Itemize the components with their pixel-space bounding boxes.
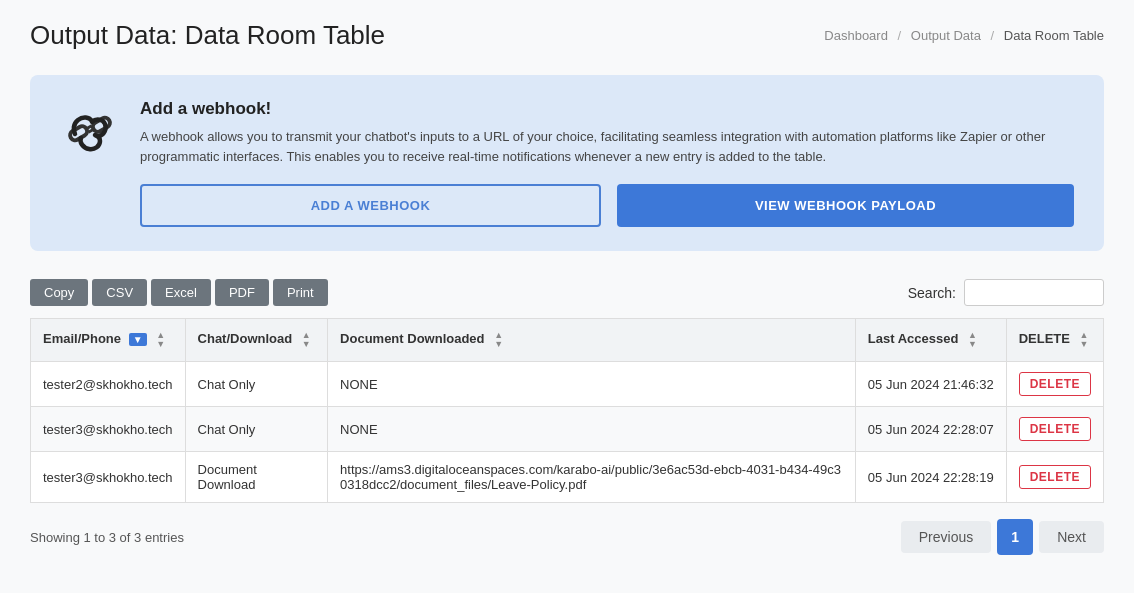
cell-document: https://ams3.digitaloceanspaces.com/kara… — [328, 452, 856, 503]
cell-last-accessed: 05 Jun 2024 22:28:07 — [855, 407, 1006, 452]
sort-icon-chat: ▲▼ — [302, 331, 311, 349]
webhook-buttons: ADD A WEBHOOK VIEW WEBHOOK PAYLOAD — [140, 184, 1074, 227]
col-document-label: Document Downloaded — [340, 331, 484, 346]
search-input[interactable] — [964, 279, 1104, 306]
table-body: tester2@skhokho.techChat OnlyNONE05 Jun … — [31, 362, 1104, 503]
add-webhook-button[interactable]: ADD A WEBHOOK — [140, 184, 601, 227]
table-head: Email/Phone ▼ ▲▼ Chat/Download ▲▼ Docume… — [31, 319, 1104, 362]
webhook-title: Add a webhook! — [140, 99, 1074, 119]
col-email-label: Email/Phone — [43, 331, 121, 346]
search-label: Search: — [908, 285, 956, 301]
sort-icon-delete: ▲▼ — [1080, 331, 1089, 349]
cell-delete: DELETE — [1006, 362, 1103, 407]
delete-button-2[interactable]: DELETE — [1019, 465, 1091, 489]
col-delete[interactable]: DELETE ▲▼ — [1006, 319, 1103, 362]
breadcrumb-sep-1: / — [898, 28, 902, 43]
breadcrumb-dashboard: Dashboard — [824, 28, 888, 43]
table-row: tester3@skhokho.techDocument Downloadhtt… — [31, 452, 1104, 503]
cell-delete: DELETE — [1006, 407, 1103, 452]
col-document[interactable]: Document Downloaded ▲▼ — [328, 319, 856, 362]
next-button[interactable]: Next — [1039, 521, 1104, 553]
webhook-description: A webhook allows you to transmit your ch… — [140, 127, 1074, 166]
cell-email: tester2@skhokho.tech — [31, 362, 186, 407]
csv-button[interactable]: CSV — [92, 279, 147, 306]
breadcrumb-sep-2: / — [991, 28, 995, 43]
delete-button-0[interactable]: DELETE — [1019, 372, 1091, 396]
cell-email: tester3@skhokho.tech — [31, 407, 186, 452]
sort-icon-email: ▲▼ — [156, 331, 165, 349]
col-email[interactable]: Email/Phone ▼ ▲▼ — [31, 319, 186, 362]
cell-document: NONE — [328, 407, 856, 452]
webhook-banner: Add a webhook! A webhook allows you to t… — [30, 75, 1104, 251]
export-buttons: Copy CSV Excel PDF Print — [30, 279, 328, 306]
previous-button[interactable]: Previous — [901, 521, 991, 553]
sort-icon-accessed: ▲▼ — [968, 331, 977, 349]
table-footer: Showing 1 to 3 of 3 entries Previous 1 N… — [30, 519, 1104, 555]
data-table: Email/Phone ▼ ▲▼ Chat/Download ▲▼ Docume… — [30, 318, 1104, 503]
page-wrapper: Output Data: Data Room Table Dashboard /… — [0, 0, 1134, 575]
cell-chat-download: Document Download — [185, 452, 328, 503]
cell-delete: DELETE — [1006, 452, 1103, 503]
svg-line-2 — [86, 126, 91, 129]
webhook-icon — [60, 99, 120, 159]
cell-document: NONE — [328, 362, 856, 407]
col-last-accessed-label: Last Accessed — [868, 331, 959, 346]
search-area: Search: — [908, 279, 1104, 306]
cell-last-accessed: 05 Jun 2024 22:28:19 — [855, 452, 1006, 503]
webhook-content: Add a webhook! A webhook allows you to t… — [140, 99, 1074, 227]
filter-icon: ▼ — [129, 333, 147, 346]
table-row: tester2@skhokho.techChat OnlyNONE05 Jun … — [31, 362, 1104, 407]
breadcrumb-current: Data Room Table — [1004, 28, 1104, 43]
pagination: Previous 1 Next — [901, 519, 1104, 555]
cell-email: tester3@skhokho.tech — [31, 452, 186, 503]
col-chat-download[interactable]: Chat/Download ▲▼ — [185, 319, 328, 362]
page-header: Output Data: Data Room Table Dashboard /… — [30, 20, 1104, 51]
col-last-accessed[interactable]: Last Accessed ▲▼ — [855, 319, 1006, 362]
showing-text: Showing 1 to 3 of 3 entries — [30, 530, 184, 545]
col-chat-download-label: Chat/Download — [198, 331, 293, 346]
table-header-row: Email/Phone ▼ ▲▼ Chat/Download ▲▼ Docume… — [31, 319, 1104, 362]
pdf-button[interactable]: PDF — [215, 279, 269, 306]
svg-line-3 — [88, 129, 93, 132]
breadcrumb-output-data: Output Data — [911, 28, 981, 43]
breadcrumb: Dashboard / Output Data / Data Room Tabl… — [824, 28, 1104, 43]
page-1-button[interactable]: 1 — [997, 519, 1033, 555]
view-webhook-button[interactable]: VIEW WEBHOOK PAYLOAD — [617, 184, 1074, 227]
cell-chat-download: Chat Only — [185, 362, 328, 407]
page-title: Output Data: Data Room Table — [30, 20, 385, 51]
sort-icon-doc: ▲▼ — [494, 331, 503, 349]
cell-chat-download: Chat Only — [185, 407, 328, 452]
table-row: tester3@skhokho.techChat OnlyNONE05 Jun … — [31, 407, 1104, 452]
table-controls: Copy CSV Excel PDF Print Search: — [30, 279, 1104, 306]
cell-last-accessed: 05 Jun 2024 21:46:32 — [855, 362, 1006, 407]
col-delete-label: DELETE — [1019, 331, 1070, 346]
excel-button[interactable]: Excel — [151, 279, 211, 306]
copy-button[interactable]: Copy — [30, 279, 88, 306]
delete-button-1[interactable]: DELETE — [1019, 417, 1091, 441]
print-button[interactable]: Print — [273, 279, 328, 306]
